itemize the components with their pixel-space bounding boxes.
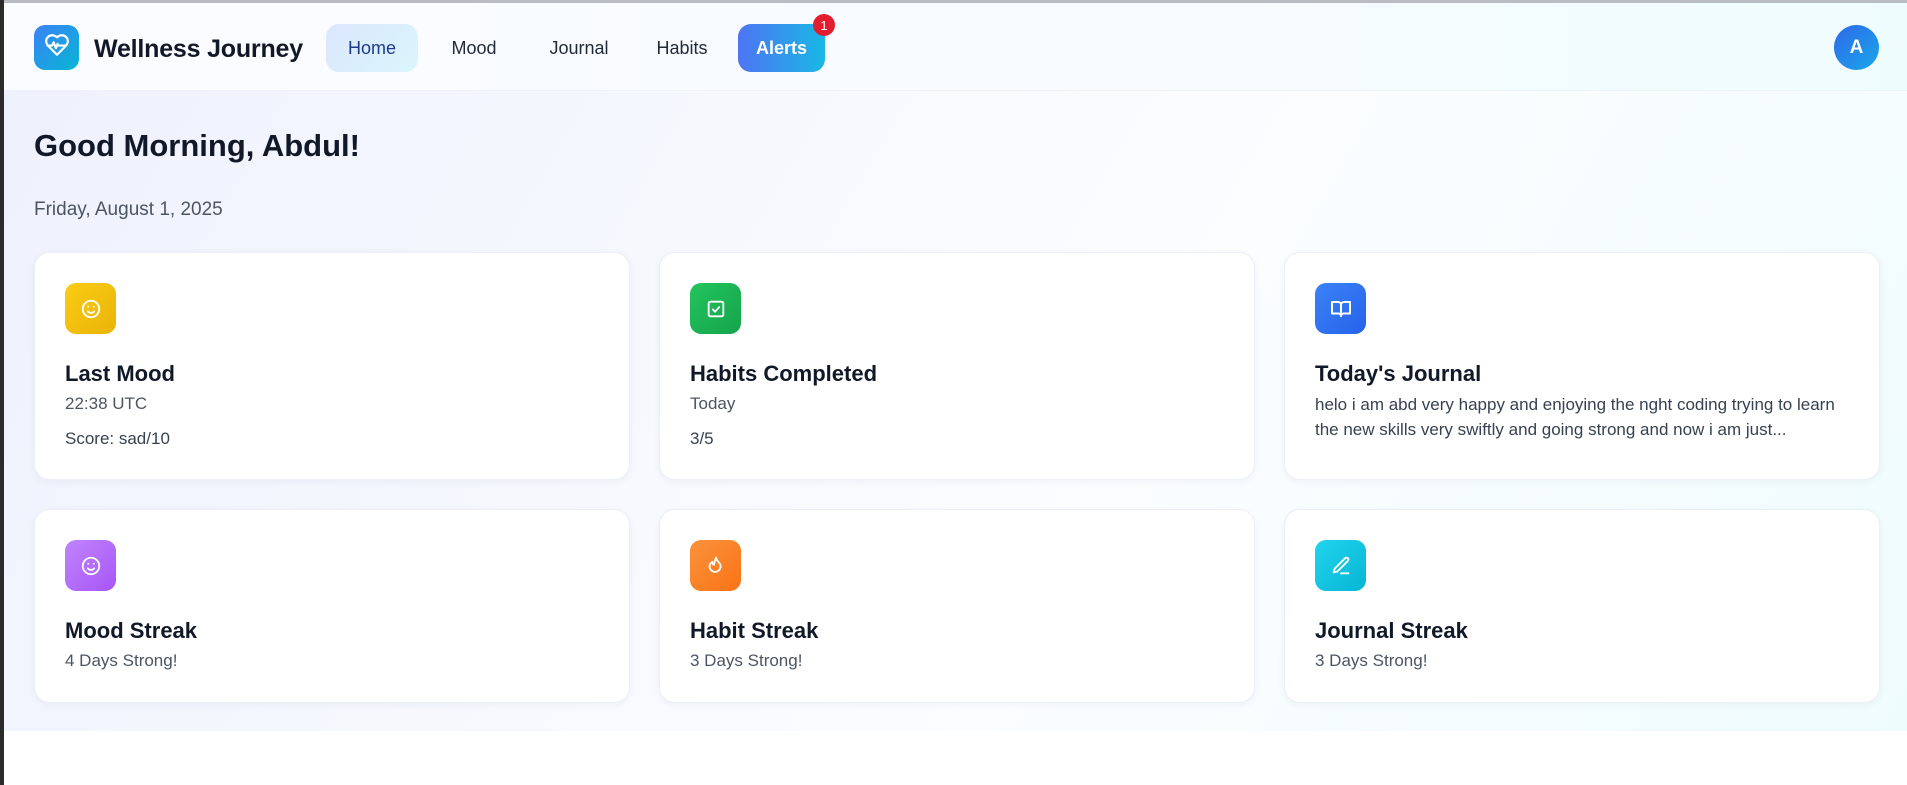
book-open-icon: [1315, 283, 1366, 334]
nav-alerts-label: Alerts: [755, 37, 808, 58]
pencil-line-icon: [1315, 540, 1366, 591]
nav-alerts[interactable]: Alerts: [738, 24, 825, 72]
nav-journal-label: Journal: [549, 37, 609, 58]
habits-completed-card[interactable]: Habits Completed Today 3/5: [659, 252, 1255, 480]
smile-icon: [65, 540, 116, 591]
card-title: Habits Completed: [690, 361, 878, 386]
nav-habits[interactable]: Habits: [647, 24, 717, 72]
card-title: Mood Streak: [65, 618, 198, 643]
habit-streak-card[interactable]: Habit Streak 3 Days Strong!: [659, 509, 1255, 703]
streak-text: 4 Days Strong!: [65, 651, 178, 670]
mood-streak-card[interactable]: Mood Streak 4 Days Strong!: [34, 509, 630, 703]
nav-mood-label: Mood: [451, 37, 497, 58]
check-square-icon: [690, 283, 741, 334]
nav-mood[interactable]: Mood: [437, 24, 511, 72]
nav-home-label: Home: [347, 37, 396, 58]
nav-home[interactable]: Home: [326, 24, 418, 72]
page-greeting: Good Morning, Abdul!: [34, 128, 360, 163]
nav-journal[interactable]: Journal: [538, 24, 620, 72]
smile-icon: [65, 283, 116, 334]
heart-pulse-icon: [44, 32, 70, 63]
user-avatar[interactable]: A: [1834, 25, 1879, 70]
app-root: Wellness Journey Home Mood Journal Habit…: [4, 3, 1907, 731]
card-title: Last Mood: [65, 361, 175, 386]
app-brand-title[interactable]: Wellness Journey: [94, 35, 303, 64]
current-date: Friday, August 1, 2025: [34, 199, 223, 220]
card-title: Today's Journal: [1315, 361, 1482, 386]
card-progress: 3/5: [690, 429, 714, 448]
card-score: Score: sad/10: [65, 429, 170, 448]
journal-streak-card[interactable]: Journal Streak 3 Days Strong!: [1284, 509, 1880, 703]
todays-journal-card[interactable]: Today's Journal helo i am abd very happy…: [1284, 252, 1880, 480]
card-title: Journal Streak: [1315, 618, 1468, 643]
nav-habits-label: Habits: [656, 37, 708, 58]
streak-text: 3 Days Strong!: [690, 651, 803, 670]
alerts-count-badge: 1: [813, 14, 835, 36]
top-navbar: Wellness Journey Home Mood Journal Habit…: [4, 3, 1907, 91]
card-subtitle: 22:38 UTC: [65, 394, 148, 413]
app-logo[interactable]: [34, 25, 79, 70]
flame-icon: [690, 540, 741, 591]
journal-excerpt: helo i am abd very happy and enjoying th…: [1315, 395, 1835, 439]
card-subtitle: Today: [690, 394, 736, 413]
streak-text: 3 Days Strong!: [1315, 651, 1428, 670]
last-mood-card[interactable]: Last Mood 22:38 UTC Score: sad/10: [34, 252, 630, 480]
card-title: Habit Streak: [690, 618, 819, 643]
